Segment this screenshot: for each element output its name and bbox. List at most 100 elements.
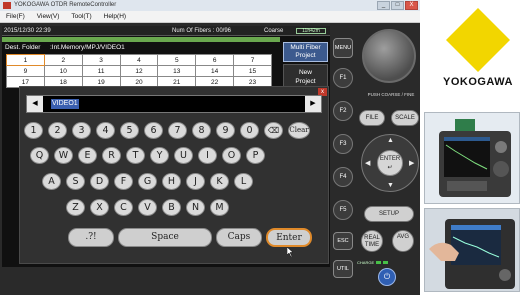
key-a[interactable]: A [42, 173, 61, 190]
minimize-button[interactable]: _ [377, 1, 390, 10]
util-key[interactable]: UTIL [333, 260, 353, 278]
grid-row: 1 2 3 4 5 6 7 [6, 54, 272, 66]
key-4[interactable]: 4 [96, 122, 115, 139]
down-arrow-icon[interactable]: ▼ [387, 182, 394, 189]
key-1[interactable]: 1 [24, 122, 43, 139]
cursor-left-button[interactable]: ◀ [27, 96, 43, 112]
fiber-cell[interactable]: 5 [157, 54, 197, 66]
fiber-cell[interactable]: 13 [157, 65, 197, 77]
enter-button[interactable]: ENTER ↵ [377, 150, 403, 176]
fiber-cell[interactable]: 1 [6, 54, 45, 66]
space-key[interactable]: Space [118, 228, 212, 247]
multi-fiber-project-button[interactable]: Multi Fiber Project [283, 42, 328, 62]
key-7[interactable]: 7 [168, 122, 187, 139]
touch-photo-illustration [425, 209, 519, 291]
key-d[interactable]: D [90, 173, 109, 190]
key-j[interactable]: J [186, 173, 205, 190]
key-f[interactable]: F [114, 173, 133, 190]
avg-button[interactable]: AVG [392, 230, 414, 252]
realtime-button[interactable]: REAL TIME [361, 230, 383, 252]
left-arrow-icon[interactable]: ◀ [365, 159, 370, 167]
fiber-cell[interactable]: 3 [81, 54, 121, 66]
menu-tool[interactable]: Tool(T) [71, 11, 91, 22]
menu-key[interactable]: MENU [333, 38, 353, 58]
symbols-key[interactable]: .?! [68, 228, 114, 247]
enter-key[interactable]: Enter [266, 228, 312, 247]
rotary-knob[interactable] [362, 29, 416, 83]
key-s[interactable]: S [66, 173, 85, 190]
f1-key[interactable]: F1 [333, 68, 353, 88]
key-6[interactable]: 6 [144, 122, 163, 139]
setup-button[interactable]: SETUP [364, 206, 414, 222]
esc-key[interactable]: ESC [333, 232, 353, 250]
f5-key[interactable]: F5 [333, 200, 353, 220]
fiber-cell[interactable]: 7 [233, 54, 272, 66]
key-v[interactable]: V [138, 199, 157, 216]
key-x[interactable]: X [90, 199, 109, 216]
key-c[interactable]: C [114, 199, 133, 216]
fiber-cell[interactable]: 6 [195, 54, 235, 66]
fiber-cell[interactable]: 4 [119, 54, 159, 66]
up-arrow-icon[interactable]: ▲ [387, 137, 394, 144]
key-9[interactable]: 9 [216, 122, 235, 139]
key-n[interactable]: N [186, 199, 205, 216]
key-i[interactable]: I [198, 147, 217, 164]
fiber-cell[interactable]: 15 [233, 65, 272, 77]
key-b[interactable]: B [162, 199, 181, 216]
key-y[interactable]: Y [150, 147, 169, 164]
key-z[interactable]: Z [66, 199, 85, 216]
scale-button[interactable]: SCALE [391, 110, 419, 126]
push-coarse-fine-label: PUSH COARSE / FINE [367, 92, 415, 97]
key-t[interactable]: T [126, 147, 145, 164]
key-o[interactable]: O [222, 147, 241, 164]
menu-view[interactable]: View(V) [37, 11, 60, 22]
datetime: 2015/12/30 22:39 [4, 28, 51, 34]
key-w[interactable]: W [54, 147, 73, 164]
key-e[interactable]: E [78, 147, 97, 164]
key-m[interactable]: M [210, 199, 229, 216]
battery-indicator: 11h42m [296, 28, 326, 34]
key-q[interactable]: Q [30, 147, 49, 164]
key-2[interactable]: 2 [48, 122, 67, 139]
right-arrow-icon[interactable]: ▶ [409, 159, 414, 167]
key-g[interactable]: G [138, 173, 157, 190]
clear-key[interactable]: Clear [288, 122, 310, 139]
key-k[interactable]: K [210, 173, 229, 190]
menu-file[interactable]: File(F) [6, 11, 25, 22]
close-button[interactable]: X [405, 1, 418, 10]
keyboard-input-field[interactable]: VIDEO1 [51, 99, 79, 109]
key-l[interactable]: L [234, 173, 253, 190]
key-3[interactable]: 3 [72, 122, 91, 139]
fiber-cell[interactable]: 14 [195, 65, 235, 77]
mfp-line-2: Project [295, 52, 316, 59]
mode-indicator: Coarse [264, 28, 284, 34]
fiber-grid: 1 2 3 4 5 6 7 9 10 11 12 13 14 15 17 18 … [6, 54, 272, 88]
fiber-cell[interactable]: 9 [6, 65, 45, 77]
key-5[interactable]: 5 [120, 122, 139, 139]
fiber-cell[interactable]: 11 [81, 65, 121, 77]
file-button[interactable]: FILE [359, 110, 385, 126]
key-8[interactable]: 8 [192, 122, 211, 139]
title-bar: YOKOGAWA OTDR RemoteController _ □ X [0, 0, 420, 11]
new-project-button[interactable]: New Project [283, 64, 328, 88]
caps-key[interactable]: Caps [216, 228, 262, 247]
fiber-cell[interactable]: 12 [119, 65, 159, 77]
maximize-button[interactable]: □ [391, 1, 404, 10]
key-0[interactable]: 0 [240, 122, 259, 139]
fiber-cell[interactable]: 10 [43, 65, 83, 77]
f3-key[interactable]: F3 [333, 134, 353, 154]
backspace-icon[interactable]: ⌫ [264, 122, 283, 139]
key-r[interactable]: R [102, 147, 121, 164]
power-icon[interactable]: ⏻ [378, 268, 396, 286]
key-p[interactable]: P [246, 147, 265, 164]
np-line-2: Project [295, 78, 316, 85]
direction-pad[interactable]: ▲ ▼ ◀ ▶ ENTER ↵ [361, 134, 419, 192]
f2-key[interactable]: F2 [333, 101, 353, 121]
f4-key[interactable]: F4 [333, 167, 353, 187]
key-u[interactable]: U [174, 147, 193, 164]
cursor-right-button[interactable]: ▶ [305, 96, 321, 112]
menu-help[interactable]: Help(H) [104, 11, 126, 22]
otdr-device-photo [424, 112, 520, 204]
fiber-cell[interactable]: 2 [43, 54, 83, 66]
key-h[interactable]: H [162, 173, 181, 190]
